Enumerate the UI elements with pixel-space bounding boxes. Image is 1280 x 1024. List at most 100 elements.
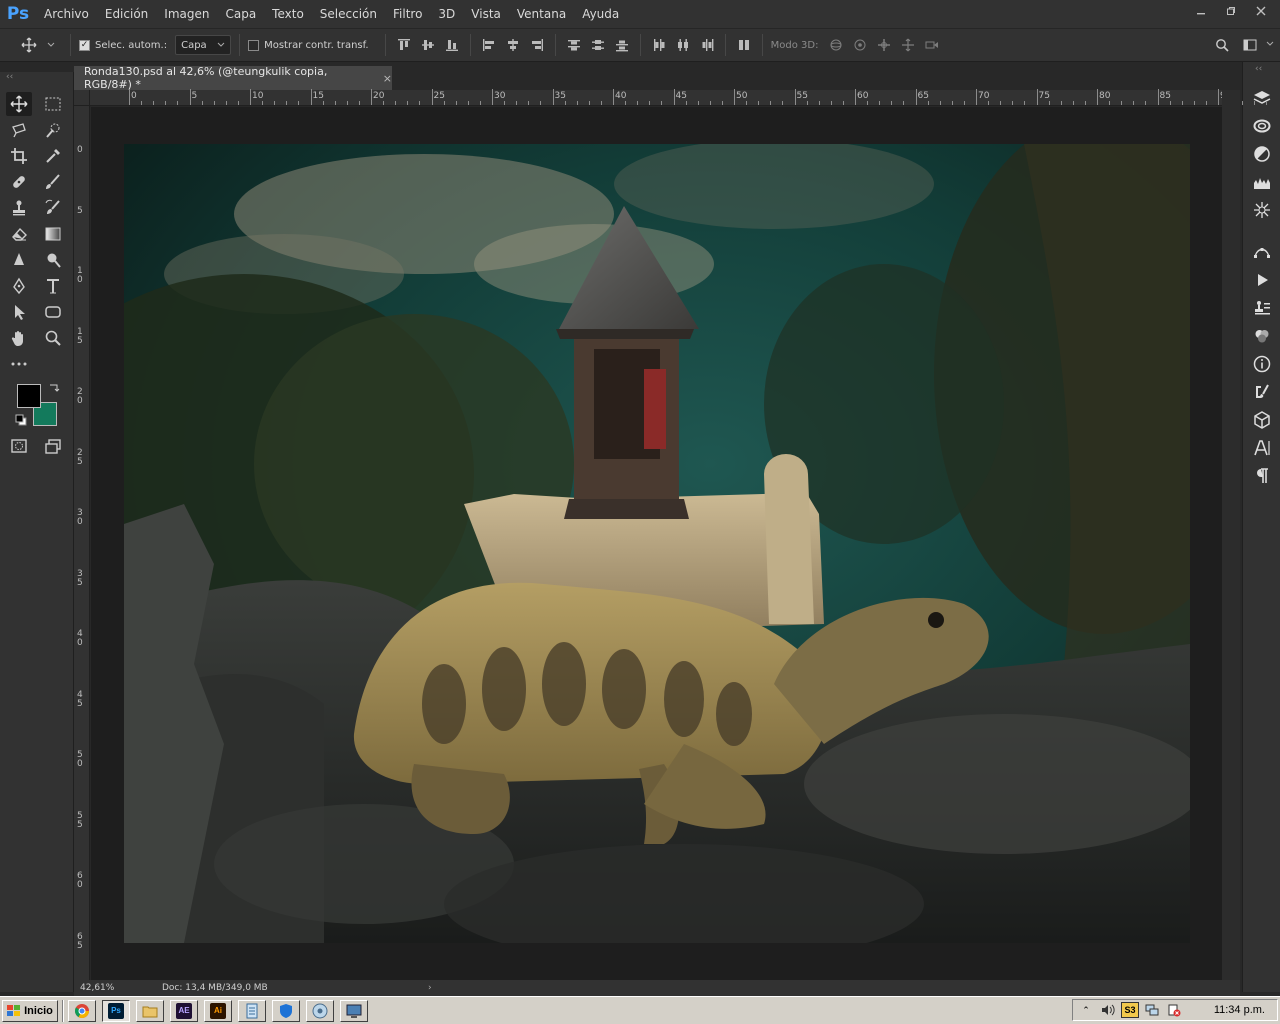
paths-icon[interactable] [1252, 242, 1272, 262]
blur-tool-icon[interactable] [6, 248, 32, 272]
swap-colors-icon[interactable] [48, 382, 60, 394]
chevron-down-icon[interactable] [1266, 40, 1274, 51]
security-alert-icon[interactable] [1165, 1002, 1183, 1018]
auto-select-checkbox[interactable]: ✓ [79, 39, 90, 51]
taskbar-after-effects[interactable]: AE [170, 999, 198, 1022]
start-button[interactable]: Inicio [2, 999, 58, 1022]
navigator-icon[interactable] [1252, 200, 1272, 220]
roll-3d-icon[interactable] [850, 35, 870, 55]
brushes-icon[interactable] [1252, 382, 1272, 402]
rectangle-tool-icon[interactable] [40, 300, 66, 324]
actions-icon[interactable] [1252, 270, 1272, 290]
align-right-icon[interactable] [527, 35, 547, 55]
scale-3d-icon[interactable] [922, 35, 942, 55]
distribute-bottom-icon[interactable] [612, 35, 632, 55]
align-left-icon[interactable] [479, 35, 499, 55]
expand-panels-icon[interactable]: ‹‹ [1255, 64, 1262, 74]
document-tab[interactable]: Ronda130.psd al 42,6% (@teungkulik copia… [74, 65, 392, 91]
dodge-tool-icon[interactable] [40, 248, 66, 272]
restore-icon[interactable] [1216, 0, 1246, 22]
screen-mode-icon[interactable] [40, 434, 66, 458]
path-select-tool-icon[interactable] [6, 300, 32, 324]
volume-icon[interactable] [1099, 1002, 1117, 1018]
horizontal-ruler[interactable]: 051015202530354045505560657075808590 [90, 89, 1268, 106]
menu-filtro[interactable]: Filtro [385, 0, 430, 28]
taskbar-photoshop[interactable]: Ps [102, 999, 130, 1022]
tray-badge[interactable]: S3 [1121, 1002, 1139, 1018]
minimize-icon[interactable] [1186, 0, 1216, 22]
auto-select-target-dropdown[interactable]: Capa [175, 35, 232, 55]
show-transform-checkbox[interactable] [248, 39, 260, 51]
ruler-origin[interactable] [74, 90, 90, 106]
vertical-scrollbar[interactable] [1222, 90, 1240, 980]
chevron-up-icon[interactable]: ⌃ [1077, 1002, 1095, 1018]
search-icon[interactable] [1212, 35, 1232, 55]
menu-ayuda[interactable]: Ayuda [574, 0, 627, 28]
menu-edicion[interactable]: Edición [97, 0, 156, 28]
brush-tool-icon[interactable] [40, 170, 66, 194]
zoom-level[interactable]: 42,61% [74, 983, 162, 993]
pan-3d-icon[interactable] [874, 35, 894, 55]
more-tools-icon[interactable] [6, 352, 32, 376]
clone-stamp-tool-icon[interactable] [6, 196, 32, 220]
close-icon[interactable] [1246, 0, 1276, 22]
quick-mask-icon[interactable] [6, 434, 32, 458]
network-icon[interactable] [1143, 1002, 1161, 1018]
taskbar-notepad[interactable] [238, 999, 266, 1022]
vertical-ruler[interactable]: 0 5 10 15 20 25 30 35 40 45 50 55 60 65 [74, 106, 90, 980]
pen-tool-icon[interactable] [6, 274, 32, 298]
collapse-panel-icon[interactable]: ‹‹ [0, 72, 73, 84]
close-tab-icon[interactable]: × [383, 72, 392, 85]
paragraph-icon[interactable] [1252, 466, 1272, 486]
histogram-icon[interactable] [1252, 172, 1272, 192]
type-tool-icon[interactable] [40, 274, 66, 298]
status-menu-arrow-icon[interactable]: › [428, 983, 432, 993]
libraries-icon[interactable] [1252, 116, 1272, 136]
align-hcenter-icon[interactable] [503, 35, 523, 55]
menu-ventana[interactable]: Ventana [509, 0, 574, 28]
foreground-color-swatch[interactable] [17, 384, 41, 408]
healing-brush-tool-icon[interactable] [6, 170, 32, 194]
crop-tool-icon[interactable] [6, 144, 32, 168]
character-icon[interactable] [1252, 438, 1272, 458]
menu-texto[interactable]: Texto [264, 0, 312, 28]
history-brush-tool-icon[interactable] [40, 196, 66, 220]
chevron-down-icon[interactable] [40, 34, 62, 56]
eyedropper-tool-icon[interactable] [40, 144, 66, 168]
menu-archivo[interactable]: Archivo [36, 0, 97, 28]
document-canvas[interactable] [124, 144, 1190, 943]
taskbar-screen[interactable] [340, 999, 368, 1022]
menu-imagen[interactable]: Imagen [156, 0, 217, 28]
eraser-tool-icon[interactable] [6, 222, 32, 246]
quick-select-tool-icon[interactable] [40, 118, 66, 142]
info-icon[interactable] [1252, 354, 1272, 374]
zoom-tool-icon[interactable] [40, 326, 66, 350]
gradient-tool-icon[interactable] [40, 222, 66, 246]
menu-vista[interactable]: Vista [463, 0, 509, 28]
lasso-tool-icon[interactable] [6, 118, 32, 142]
color-icon[interactable] [1252, 326, 1272, 346]
distribute-top-icon[interactable] [564, 35, 584, 55]
clone-source-icon[interactable] [1252, 298, 1272, 318]
default-colors-icon[interactable] [15, 414, 27, 426]
marquee-tool-icon[interactable] [40, 92, 66, 116]
slide-3d-icon[interactable] [898, 35, 918, 55]
clock[interactable]: 11:34 p.m. [1214, 1004, 1265, 1016]
menu-seleccion[interactable]: Selección [312, 0, 385, 28]
distribute-left-icon[interactable] [649, 35, 669, 55]
orbit-3d-icon[interactable] [826, 35, 846, 55]
align-vcenter-icon[interactable] [418, 35, 438, 55]
taskbar-media[interactable] [306, 999, 334, 1022]
distribute-vcenter-icon[interactable] [588, 35, 608, 55]
taskbar-illustrator[interactable]: Ai [204, 999, 232, 1022]
taskbar-defender[interactable] [272, 999, 300, 1022]
taskbar-chrome[interactable] [68, 999, 96, 1022]
menu-3d[interactable]: 3D [430, 0, 463, 28]
workspace-icon[interactable] [1240, 35, 1260, 55]
move-tool-preset-icon[interactable] [18, 34, 40, 56]
align-top-icon[interactable] [394, 35, 414, 55]
distribute-hcenter-icon[interactable] [673, 35, 693, 55]
distribute-right-icon[interactable] [697, 35, 717, 55]
layers-icon[interactable] [1252, 88, 1272, 108]
3d-icon[interactable] [1252, 410, 1272, 430]
